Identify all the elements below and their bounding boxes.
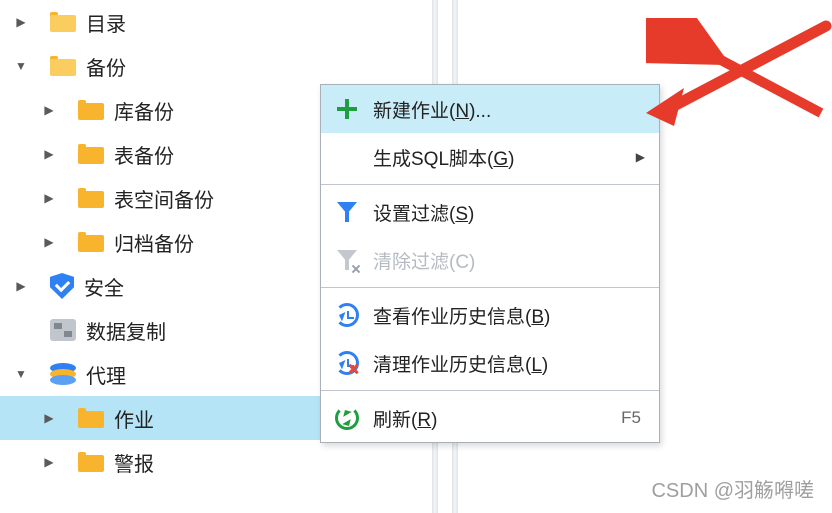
menu-label: 清理作业历史信息(L) xyxy=(373,350,548,377)
refresh-icon xyxy=(335,406,359,430)
menu-label: 清除过滤(C) xyxy=(373,247,475,274)
menu-item-new-job[interactable]: 新建作业(N)... xyxy=(321,85,659,133)
folder-icon xyxy=(78,408,104,428)
watermark: CSDN @羽觞嘚嗟 xyxy=(651,474,814,503)
annotation-arrow xyxy=(646,18,832,128)
collapse-icon[interactable]: ▶ xyxy=(42,191,56,205)
tree-label: 表空间备份 xyxy=(114,184,214,213)
expand-icon[interactable]: ▼ xyxy=(14,367,28,381)
menu-item-refresh[interactable]: 刷新(R) F5 xyxy=(321,394,659,442)
blank-icon xyxy=(335,145,359,169)
expand-icon[interactable]: ▼ xyxy=(14,59,28,73)
plus-icon xyxy=(335,97,359,121)
tree-item-catalog[interactable]: ▶ 目录 xyxy=(0,0,432,44)
submenu-arrow-icon: ▶ xyxy=(636,150,645,164)
tree-label: 警报 xyxy=(114,448,154,477)
tree-label: 目录 xyxy=(86,8,126,37)
folder-icon xyxy=(78,452,104,472)
tree-label: 作业 xyxy=(114,404,154,433)
menu-item-clear-history[interactable]: 清理作业历史信息(L) xyxy=(321,339,659,387)
menu-item-generate-sql[interactable]: 生成SQL脚本(G) ▶ xyxy=(321,133,659,181)
collapse-icon[interactable]: ▶ xyxy=(14,279,28,293)
tree-item-alerts[interactable]: ▶ 警报 xyxy=(0,440,432,484)
tree-label: 备份 xyxy=(86,52,126,81)
menu-item-set-filter[interactable]: 设置过滤(S) xyxy=(321,188,659,236)
replication-icon xyxy=(50,319,76,341)
folder-icon xyxy=(78,144,104,164)
menu-label: 查看作业历史信息(B) xyxy=(373,302,550,329)
folder-icon xyxy=(78,232,104,252)
agent-icon xyxy=(50,363,76,385)
folder-open-icon xyxy=(50,12,76,32)
shield-icon xyxy=(50,273,74,299)
collapse-icon[interactable]: ▶ xyxy=(42,103,56,117)
menu-label: 刷新(R) xyxy=(373,405,437,432)
funnel-clear-icon xyxy=(335,248,359,272)
menu-item-view-history[interactable]: 查看作业历史信息(B) xyxy=(321,291,659,339)
context-menu: 新建作业(N)... 生成SQL脚本(G) ▶ 设置过滤(S) 清除过滤(C) … xyxy=(320,84,660,443)
tree-label: 库备份 xyxy=(114,96,174,125)
collapse-icon[interactable]: ▶ xyxy=(42,455,56,469)
folder-icon xyxy=(78,188,104,208)
menu-separator xyxy=(321,184,659,185)
menu-separator xyxy=(321,287,659,288)
collapse-icon[interactable]: ▶ xyxy=(42,147,56,161)
collapse-icon[interactable]: ▶ xyxy=(42,411,56,425)
tree-label: 归档备份 xyxy=(114,228,194,257)
collapse-icon[interactable]: ▶ xyxy=(14,15,28,29)
tree-label: 代理 xyxy=(86,360,126,389)
menu-label: 生成SQL脚本(G) xyxy=(373,144,514,171)
menu-label: 新建作业(N)... xyxy=(373,96,491,123)
history-icon xyxy=(335,303,359,327)
menu-label: 设置过滤(S) xyxy=(373,199,474,226)
collapse-icon[interactable]: ▶ xyxy=(42,235,56,249)
folder-icon xyxy=(78,100,104,120)
tree-label: 表备份 xyxy=(114,140,174,169)
history-clear-icon xyxy=(335,351,359,375)
tree-label: 数据复制 xyxy=(86,316,166,345)
tree-label: 安全 xyxy=(84,272,124,301)
menu-item-clear-filter: 清除过滤(C) xyxy=(321,236,659,284)
menu-shortcut: F5 xyxy=(621,408,641,428)
tree-item-backup[interactable]: ▼ 备份 xyxy=(0,44,432,88)
folder-open-icon xyxy=(50,56,76,76)
funnel-icon xyxy=(335,200,359,224)
menu-separator xyxy=(321,390,659,391)
